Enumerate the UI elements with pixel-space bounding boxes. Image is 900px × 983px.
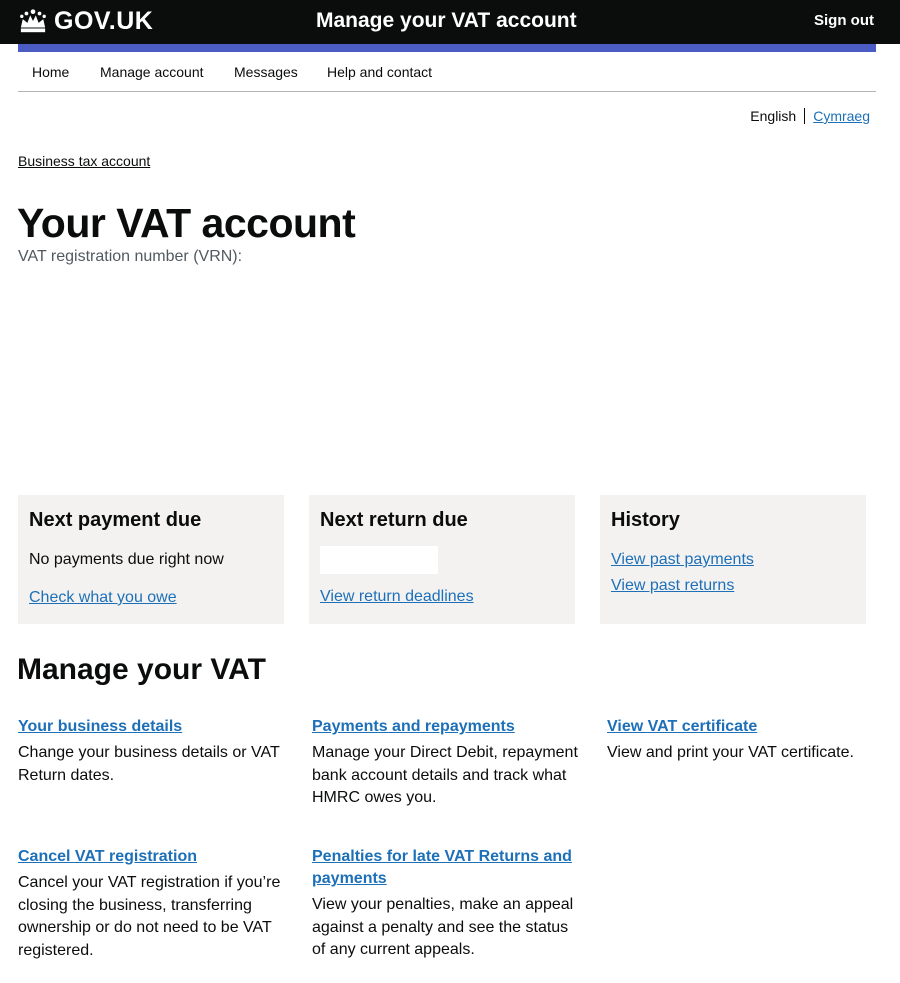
card-title: Next payment due: [29, 509, 202, 531]
card-next-return: Next return due View return deadlines: [309, 495, 575, 624]
view-past-payments-link[interactable]: View past payments: [611, 551, 855, 569]
card-text: No payments due right now: [29, 551, 224, 568]
service-name[interactable]: Manage your VAT account: [316, 9, 577, 33]
tile-description: Cancel your VAT registration if you’re c…: [18, 874, 281, 959]
tile-vat-certificate: View VAT certificate View and print your…: [607, 716, 877, 765]
nav-item-manage-account[interactable]: Manage account: [100, 64, 204, 80]
view-vat-certificate-link[interactable]: View VAT certificate: [607, 716, 877, 738]
view-return-deadlines-link[interactable]: View return deadlines: [320, 588, 564, 606]
nav-item-messages[interactable]: Messages: [234, 64, 298, 80]
payments-repayments-link[interactable]: Payments and repayments: [312, 716, 584, 738]
header-accent-bar: [18, 44, 876, 52]
tile-cancel-registration: Cancel VAT registration Cancel your VAT …: [18, 846, 290, 962]
main-navigation: Home Manage account Messages Help and co…: [18, 58, 876, 92]
card-next-payment: Next payment due No payments due right n…: [18, 495, 284, 624]
card-history: History View past payments View past ret…: [600, 495, 866, 624]
language-current: English: [750, 108, 797, 124]
business-details-link[interactable]: Your business details: [18, 716, 290, 738]
tile-description: Manage your Direct Debit, repayment bank…: [312, 744, 578, 806]
card-title: Next return due: [320, 509, 468, 531]
language-switcher: English Cymraeg: [750, 108, 870, 124]
nav-item-help-and-contact[interactable]: Help and contact: [327, 64, 432, 80]
tile-payments-repayments: Payments and repayments Manage your Dire…: [312, 716, 584, 810]
vrn-label: VAT registration number (VRN):: [18, 248, 243, 265]
sign-out-link[interactable]: Sign out: [814, 12, 874, 29]
return-date-placeholder: [320, 546, 438, 574]
card-title: History: [611, 509, 680, 531]
penalties-link[interactable]: Penalties for late VAT Returns and payme…: [312, 846, 584, 890]
tile-description: View and print your VAT certificate.: [607, 744, 854, 761]
manage-section-title: Manage your VAT: [17, 653, 266, 686]
tile-description: Change your business details or VAT Retu…: [18, 744, 280, 784]
site-header: GOV.UK Manage your VAT account Sign out: [0, 0, 900, 44]
nav-item-home[interactable]: Home: [32, 64, 69, 80]
govuk-logo-link[interactable]: GOV.UK: [18, 6, 153, 36]
language-welsh-link[interactable]: Cymraeg: [813, 108, 870, 124]
tile-description: View your penalties, make an appeal agai…: [312, 896, 574, 958]
cancel-vat-registration-link[interactable]: Cancel VAT registration: [18, 846, 290, 868]
logo-text: GOV.UK: [54, 6, 154, 35]
tile-penalties: Penalties for late VAT Returns and payme…: [312, 846, 584, 962]
page-title: Your VAT account: [17, 200, 356, 246]
tile-business-details: Your business details Change your busine…: [18, 716, 290, 787]
crown-icon: [20, 9, 46, 33]
check-what-you-owe-link[interactable]: Check what you owe: [29, 589, 273, 607]
language-divider: [804, 108, 806, 124]
view-past-returns-link[interactable]: View past returns: [611, 577, 855, 595]
breadcrumb-business-tax-account[interactable]: Business tax account: [18, 153, 150, 169]
